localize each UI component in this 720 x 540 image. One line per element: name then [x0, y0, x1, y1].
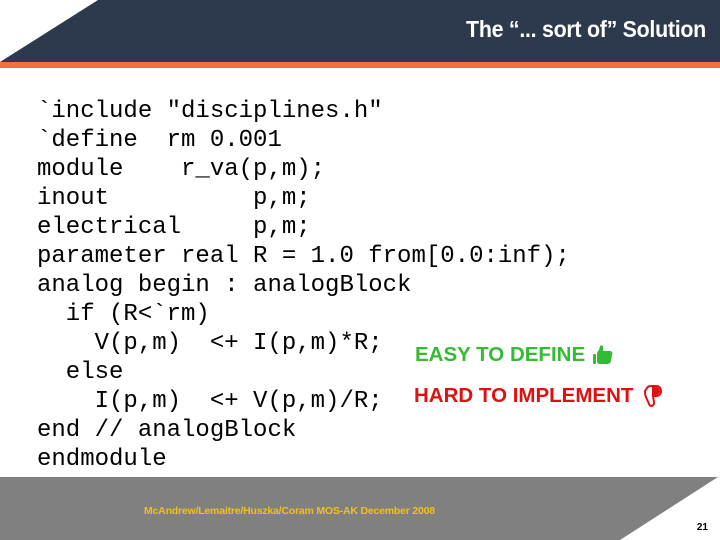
page-number: 21	[696, 522, 708, 533]
footer-credits: McAndrew/Lemaitre/Huszka/Coram MOS-AK De…	[144, 505, 435, 517]
code-line: module r_va(p,m);	[37, 156, 326, 183]
code-line: analog begin : analogBlock	[37, 272, 412, 299]
code-line: endmodule	[37, 446, 167, 473]
slide-title: The “... sort of” Solution	[466, 16, 706, 42]
annotation-easy: EASY TO DEFINE	[415, 343, 615, 367]
code-line: end // analogBlock	[37, 417, 297, 444]
annotation-hard-label: HARD TO IMPLEMENT	[414, 384, 634, 407]
code-line: if (R<`rm)	[37, 301, 210, 328]
code-listing: `include "disciplines.h" `define rm 0.00…	[37, 97, 570, 474]
slide: The “... sort of” Solution `include "dis…	[0, 0, 720, 540]
code-line: `define rm 0.001	[37, 127, 282, 154]
code-line: parameter real R = 1.0 from[0.0:inf);	[37, 243, 570, 270]
annotation-hard: HARD TO IMPLEMENT	[414, 384, 663, 408]
code-line: inout p,m;	[37, 185, 311, 212]
annotation-easy-label: EASY TO DEFINE	[415, 343, 586, 366]
thumbs-up-icon	[593, 345, 613, 364]
thumbs-down-icon	[644, 385, 663, 407]
code-line: `include "disciplines.h"	[37, 98, 383, 125]
header-accent-line	[0, 62, 720, 68]
code-line: electrical p,m;	[37, 214, 311, 241]
